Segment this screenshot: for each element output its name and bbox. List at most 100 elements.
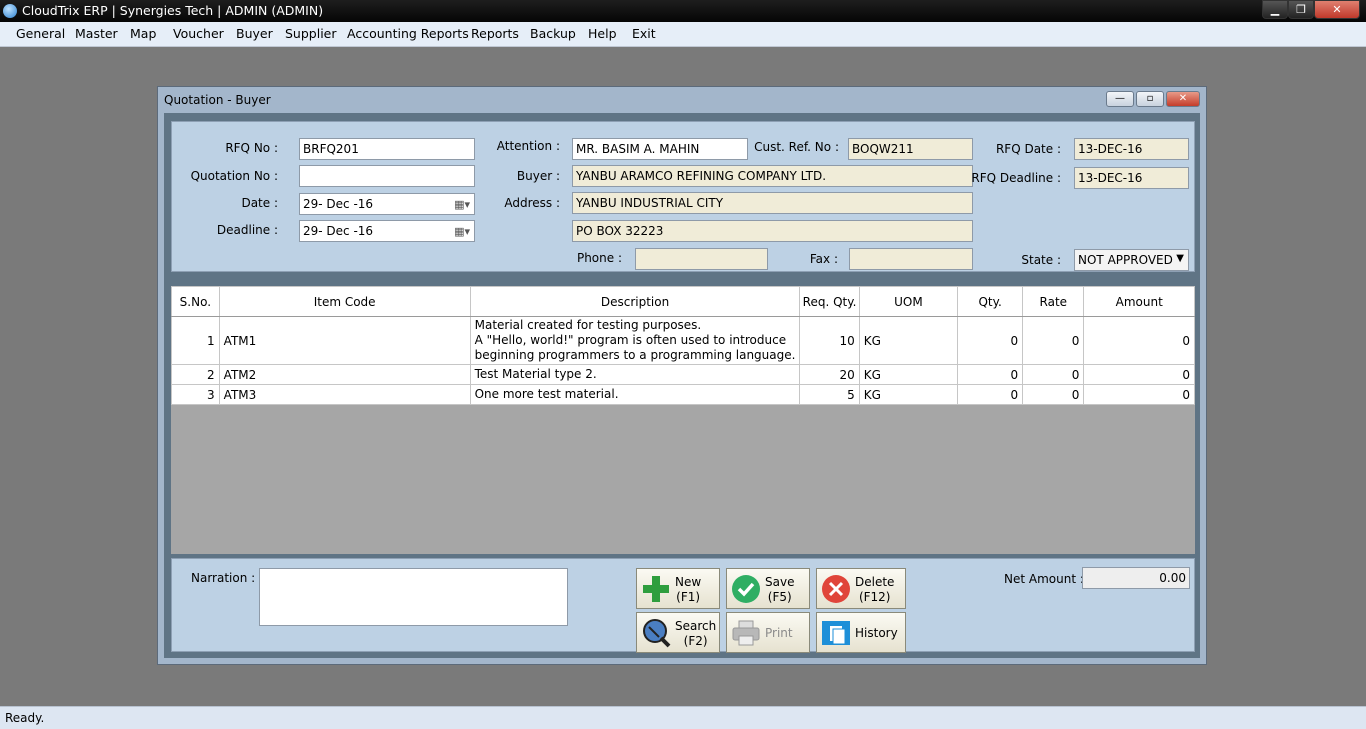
close-window-button[interactable]: ✕ <box>1314 0 1360 19</box>
buyer-label: Buyer : <box>516 169 560 183</box>
narration-textarea[interactable] <box>259 568 568 626</box>
new-shortcut: (F1) <box>676 590 701 604</box>
cell-qty[interactable]: 0 <box>957 384 1024 405</box>
save-button-label: Save (F5) <box>765 575 794 605</box>
delete-shortcut: (F12) <box>858 590 891 604</box>
history-label: History <box>855 626 898 640</box>
window-title-bar: CloudTrix ERP | Synergies Tech | ADMIN (… <box>0 0 1366 22</box>
menu-general[interactable]: General <box>16 26 65 41</box>
new-button-label: New (F1) <box>675 575 701 605</box>
cell-req-qty[interactable]: 5 <box>799 384 860 405</box>
address-line2-field[interactable]: PO BOX 32223 <box>572 220 973 242</box>
menu-exit[interactable]: Exit <box>632 26 656 41</box>
cell-rate[interactable]: 0 <box>1022 316 1085 365</box>
rfq-date-field[interactable]: 13-DEC-16 <box>1074 138 1189 160</box>
cell-qty[interactable]: 0 <box>957 316 1024 365</box>
menu-map[interactable]: Map <box>130 26 156 41</box>
cell-rate[interactable]: 0 <box>1022 384 1085 405</box>
col-header-uom[interactable]: UOM <box>858 286 959 317</box>
table-row[interactable]: 1 ATM1 Material created for testing purp… <box>171 316 1195 365</box>
date-picker[interactable]: 29- Dec -16 ▦▾ <box>299 193 475 215</box>
cell-amount[interactable]: 0 <box>1083 316 1195 365</box>
cell-req-qty[interactable]: 20 <box>799 364 860 385</box>
header-form-panel: RFQ No : BRFQ201 Quotation No : Date : 2… <box>171 121 1195 272</box>
cell-uom[interactable]: KG <box>858 384 959 405</box>
col-header-description[interactable]: Description <box>469 286 801 317</box>
col-header-qty[interactable]: Qty. <box>957 286 1024 317</box>
delete-button[interactable]: Delete (F12) <box>816 568 906 609</box>
dialog-minimize-button[interactable]: — <box>1106 91 1134 107</box>
menu-accounting-reports[interactable]: Accounting Reports <box>347 26 469 41</box>
cust-ref-field[interactable]: BOQW211 <box>848 138 973 160</box>
menu-buyer[interactable]: Buyer <box>236 26 273 41</box>
address-line1-field[interactable]: YANBU INDUSTRIAL CITY <box>572 192 973 214</box>
cell-item-code[interactable]: ATM1 <box>218 316 471 365</box>
save-button[interactable]: Save (F5) <box>726 568 810 609</box>
cell-description[interactable]: One more test material. <box>469 384 801 405</box>
phone-field[interactable] <box>635 248 768 270</box>
history-document-icon <box>822 621 850 645</box>
cell-item-code[interactable]: ATM3 <box>218 384 471 405</box>
dialog-maximize-button[interactable]: ▫ <box>1136 91 1164 107</box>
state-value: NOT APPROVED <box>1078 253 1173 267</box>
print-button[interactable]: Print <box>726 612 810 653</box>
col-header-req-qty[interactable]: Req. Qty. <box>799 286 860 317</box>
cell-req-qty[interactable]: 10 <box>799 316 860 365</box>
history-button[interactable]: History <box>816 612 906 653</box>
description-line: Material created for testing purposes. <box>474 318 702 332</box>
cell-rate[interactable]: 0 <box>1022 364 1085 385</box>
dialog-close-button[interactable]: ✕ <box>1166 91 1200 107</box>
calendar-icon[interactable]: ▦▾ <box>454 198 470 211</box>
calendar-icon[interactable]: ▦▾ <box>454 225 470 238</box>
table-row[interactable]: 2 ATM2 Test Material type 2. 20 KG 0 0 0 <box>171 364 1195 385</box>
menu-backup[interactable]: Backup <box>530 26 576 41</box>
cell-description[interactable]: Test Material type 2. <box>469 364 801 385</box>
grid-header-row: S.No. Item Code Description Req. Qty. UO… <box>171 286 1195 317</box>
col-header-amount[interactable]: Amount <box>1083 286 1195 317</box>
cell-amount[interactable]: 0 <box>1083 384 1195 405</box>
cell-sno[interactable]: 1 <box>171 316 220 365</box>
menu-supplier[interactable]: Supplier <box>285 26 337 41</box>
menu-bar: General Master Map Voucher Buyer Supplie… <box>0 22 1366 47</box>
description-line: Test Material type 2. <box>474 367 597 381</box>
new-button[interactable]: New (F1) <box>636 568 720 609</box>
buyer-field[interactable]: YANBU ARAMCO REFINING COMPANY LTD. <box>572 165 973 187</box>
cell-uom[interactable]: KG <box>858 316 959 365</box>
cell-sno[interactable]: 2 <box>171 364 220 385</box>
fax-field[interactable] <box>849 248 973 270</box>
menu-reports[interactable]: Reports <box>471 26 519 41</box>
items-grid: S.No. Item Code Description Req. Qty. UO… <box>171 286 1195 554</box>
deadline-label: Deadline : <box>216 223 278 237</box>
quotation-no-field[interactable] <box>299 165 475 187</box>
cell-sno[interactable]: 3 <box>171 384 220 405</box>
rfq-deadline-field[interactable]: 13-DEC-16 <box>1074 167 1189 189</box>
description-line: beginning programmers to a programming l… <box>474 348 796 362</box>
cell-qty[interactable]: 0 <box>957 364 1024 385</box>
cust-ref-label: Cust. Ref. No : <box>754 140 839 154</box>
address-label: Address : <box>504 196 560 210</box>
table-row[interactable]: 3 ATM3 One more test material. 5 KG 0 0 … <box>171 384 1195 405</box>
cell-description[interactable]: Material created for testing purposes. A… <box>469 316 801 365</box>
footer-panel: Narration : New (F1) Save (F5) Delete (F12)… <box>171 558 1195 653</box>
col-header-item-code[interactable]: Item Code <box>218 286 471 317</box>
printer-icon <box>732 620 760 646</box>
cell-uom[interactable]: KG <box>858 364 959 385</box>
col-header-rate[interactable]: Rate <box>1022 286 1085 317</box>
search-button[interactable]: Search (F2) <box>636 612 720 653</box>
menu-voucher[interactable]: Voucher <box>173 26 224 41</box>
quotation-buyer-dialog: Quotation - Buyer — ▫ ✕ RFQ No : BRFQ201… <box>157 86 1207 665</box>
delete-button-label: Delete (F12) <box>855 575 894 605</box>
state-select[interactable]: NOT APPROVED ▼ <box>1074 249 1189 271</box>
rfq-no-field[interactable]: BRFQ201 <box>299 138 475 160</box>
minimize-window-button[interactable]: ▁ <box>1262 0 1288 19</box>
net-amount-label: Net Amount : <box>1004 572 1084 586</box>
deadline-picker[interactable]: 29- Dec -16 ▦▾ <box>299 220 475 242</box>
cell-item-code[interactable]: ATM2 <box>218 364 471 385</box>
cell-amount[interactable]: 0 <box>1083 364 1195 385</box>
restore-window-button[interactable]: ❐ <box>1288 0 1314 19</box>
col-header-sno[interactable]: S.No. <box>171 286 220 317</box>
attention-field[interactable]: MR. BASIM A. MAHIN <box>572 138 748 160</box>
menu-master[interactable]: Master <box>75 26 118 41</box>
menu-help[interactable]: Help <box>588 26 617 41</box>
search-shortcut: (F2) <box>683 634 708 648</box>
